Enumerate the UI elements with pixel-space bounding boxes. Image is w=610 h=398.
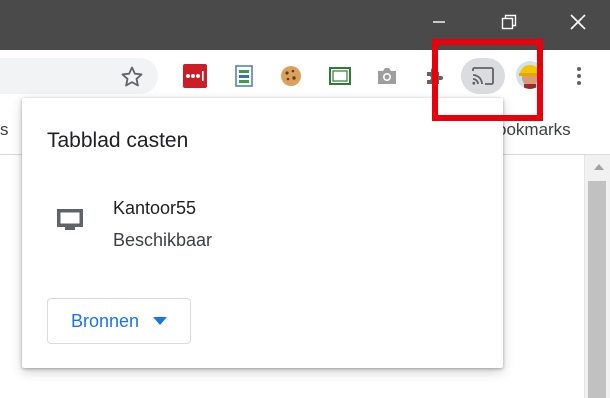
lastpass-icon[interactable] <box>183 64 207 88</box>
chevron-down-icon <box>153 317 168 325</box>
star-icon[interactable] <box>120 65 144 89</box>
camera-icon[interactable] <box>375 64 399 88</box>
close-button[interactable] <box>555 0 601 44</box>
scroll-up-arrow-icon[interactable] <box>594 164 604 170</box>
minimize-icon <box>433 21 445 23</box>
sources-button[interactable]: Bronnen <box>47 298 191 344</box>
address-bar[interactable] <box>0 58 158 94</box>
dialog-title: Tabblad casten <box>47 129 189 152</box>
scrollbar[interactable] <box>584 155 610 398</box>
highlight-box <box>432 39 543 121</box>
bookmarks-label[interactable]: ookmarks <box>497 120 571 140</box>
restore-icon <box>501 14 517 30</box>
cookie-icon[interactable] <box>279 64 303 88</box>
cast-dialog: Tabblad casten Kantoor55 Beschikbaar Bro… <box>22 98 503 368</box>
spreadsheet-icon[interactable] <box>233 64 257 88</box>
more-vert-icon[interactable] <box>569 64 589 88</box>
minimize-button[interactable] <box>416 0 462 44</box>
restore-button[interactable] <box>486 0 532 44</box>
bookmark-fragment-left[interactable]: s <box>0 120 9 140</box>
sink-status: Beschikbaar <box>113 230 213 250</box>
screenshot-crop-icon[interactable] <box>328 64 352 88</box>
monitor-icon <box>57 209 83 230</box>
close-icon <box>570 14 586 30</box>
scroll-thumb[interactable] <box>588 181 606 398</box>
sources-label: Bronnen <box>70 310 140 331</box>
sink-name[interactable]: Kantoor55 <box>113 198 196 219</box>
